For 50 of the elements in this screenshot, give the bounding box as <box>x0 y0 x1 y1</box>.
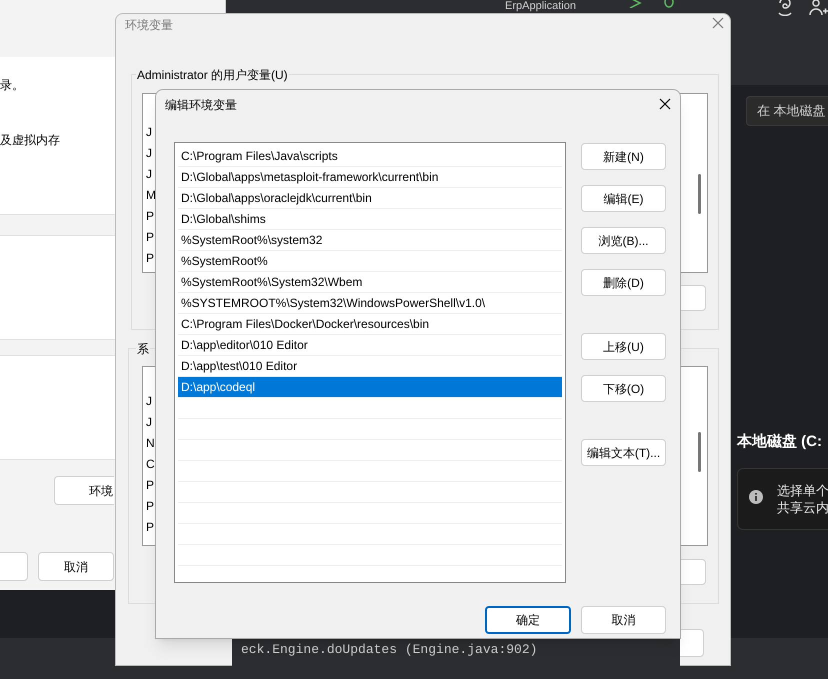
action-button[interactable]: 浏览(B)... <box>581 227 666 254</box>
path-row[interactable]: C:\Program Files\Docker\Docker\resources\bin <box>178 314 562 335</box>
environment-button[interactable]: 环境 <box>54 476 114 505</box>
cancel-button[interactable]: 取消 <box>581 606 666 634</box>
code-line: eck.Engine.doUpdates (Engine.java:902) <box>241 642 538 657</box>
path-row[interactable]: D:\app\editor\010 Editor <box>178 335 562 356</box>
ok-button[interactable]: 确定 <box>485 606 571 634</box>
path-row[interactable]: %SystemRoot%\System32\Wbem <box>178 272 562 293</box>
group-label: Administrator 的用户变量(U) <box>136 66 289 84</box>
path-row[interactable]: D:\Global\apps\oraclejdk\current\bin <box>178 188 562 209</box>
path-row[interactable]: D:\Global\shims <box>178 209 562 230</box>
list-row[interactable]: M <box>146 185 156 206</box>
path-row[interactable]: %SYSTEMROOT%\System32\WindowsPowerShell\v1.0\ <box>178 293 562 314</box>
list-row[interactable]: P <box>146 248 156 269</box>
path-row[interactable]: %SystemRoot% <box>178 251 562 272</box>
dialog-title: 编辑环境变量 <box>165 97 237 114</box>
action-button[interactable]: 下移(O) <box>581 375 666 402</box>
run-config-label[interactable]: ErpApplication <box>505 0 576 12</box>
action-button[interactable]: 编辑(E) <box>581 185 666 212</box>
list-row[interactable]: P <box>146 227 156 248</box>
path-row[interactable]: D:\app\codeql <box>178 377 562 398</box>
action-button[interactable]: 删除(D) <box>581 269 666 296</box>
list-row[interactable]: J <box>146 391 156 412</box>
list-row[interactable]: J <box>146 164 156 185</box>
path-row[interactable]: D:\Global\apps\metasploit-framework\current\bin <box>178 167 562 188</box>
spiral-icon[interactable] <box>776 0 794 16</box>
search-field[interactable]: 在 本地磁盘 <box>746 96 828 126</box>
play-icon[interactable] <box>628 0 642 8</box>
list-row[interactable]: C <box>146 454 156 475</box>
description-text: 录。 <box>0 77 24 94</box>
list-row[interactable]: P <box>146 206 156 227</box>
list-row[interactable]: P <box>146 517 156 538</box>
info-icon <box>749 490 763 504</box>
path-row[interactable]: %SystemRoot%\system32 <box>178 230 562 251</box>
path-row[interactable]: C:\Program Files\Java\scripts <box>178 146 562 167</box>
list-row[interactable]: N <box>146 433 156 454</box>
list-row[interactable]: J <box>146 412 156 433</box>
add-user-icon[interactable] <box>808 0 828 16</box>
list-row[interactable]: J <box>146 122 156 143</box>
window-title: 环境变量 <box>125 17 173 34</box>
close-icon[interactable] <box>659 98 671 110</box>
description-text: 及虚拟内存 <box>0 132 60 149</box>
action-button[interactable]: 编辑文本(T)... <box>581 439 666 466</box>
drive-title: 本地磁盘 (C: <box>737 432 822 452</box>
list-row[interactable]: P <box>146 496 156 517</box>
action-button[interactable]: 上移(U) <box>581 333 666 360</box>
cancel-button[interactable]: 取消 <box>38 552 114 581</box>
list-row[interactable]: P <box>146 475 156 496</box>
action-button[interactable]: 新建(N) <box>581 143 666 170</box>
list-row[interactable]: J <box>146 143 156 164</box>
